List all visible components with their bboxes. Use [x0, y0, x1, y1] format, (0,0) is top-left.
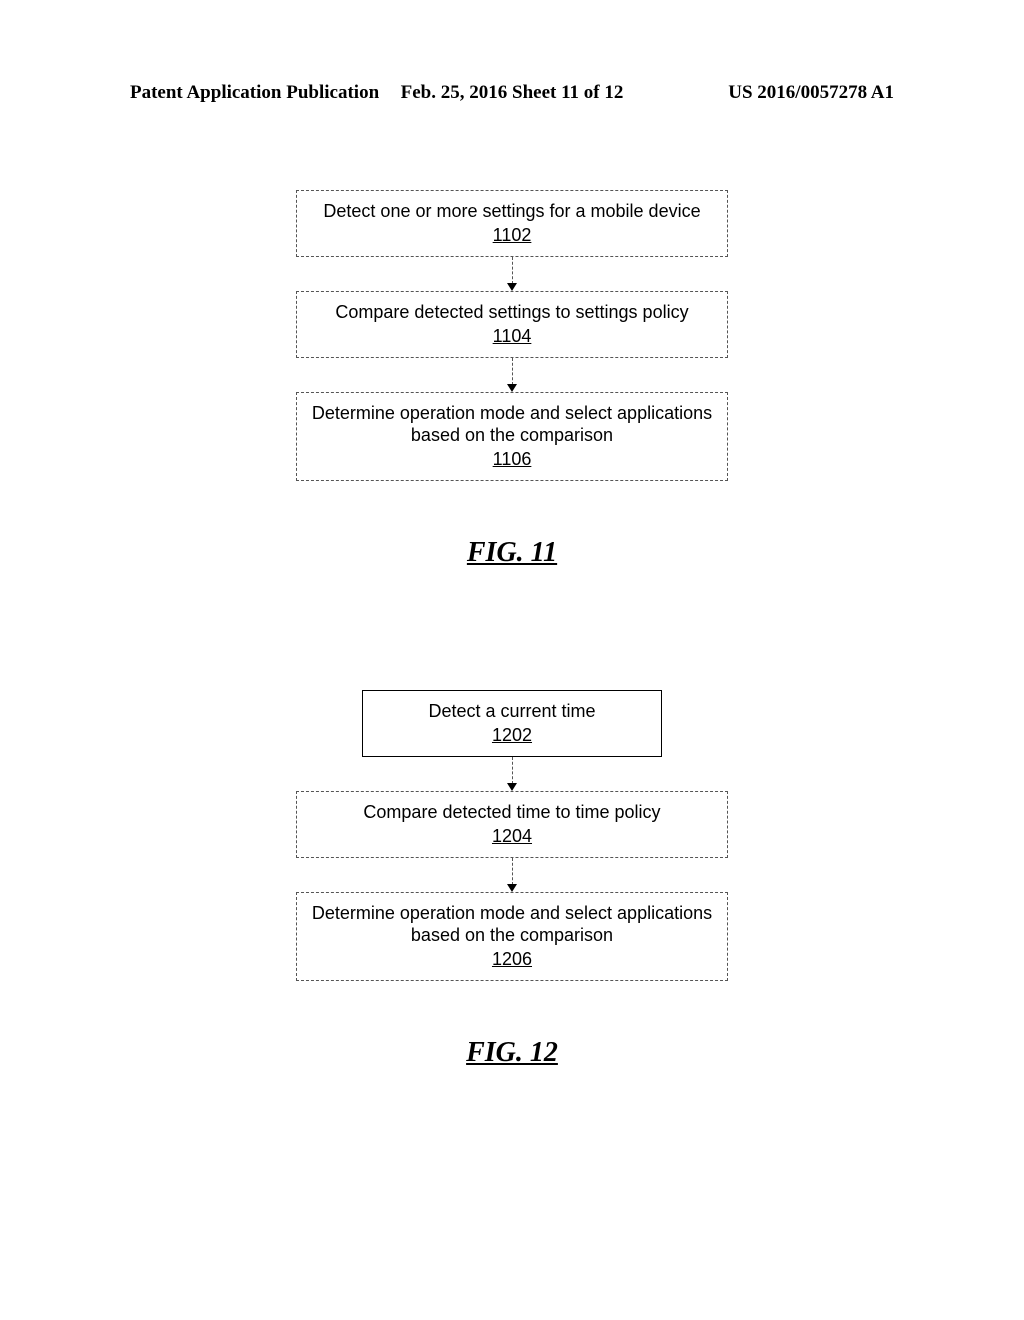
figure-12-label: FIG. 12	[466, 1037, 558, 1069]
step-text: Compare detected time to time policy	[363, 802, 660, 824]
fig12-step-1206: Determine operation mode and select appl…	[296, 892, 728, 981]
header-publication: Patent Application Publication	[130, 82, 379, 104]
arrow-down-icon	[507, 257, 517, 291]
arrow-down-icon	[507, 757, 517, 791]
page-header: Patent Application Publication Feb. 25, …	[0, 82, 1024, 104]
figure-11: Detect one or more settings for a mobile…	[296, 190, 728, 569]
figure-11-label: FIG. 11	[467, 537, 557, 569]
header-sheet-info: Feb. 25, 2016 Sheet 11 of 12	[401, 82, 624, 104]
arrow-down-icon	[507, 858, 517, 892]
step-text: Determine operation mode and select appl…	[309, 903, 715, 946]
page: Patent Application Publication Feb. 25, …	[0, 0, 1024, 1320]
fig11-step-1106: Determine operation mode and select appl…	[296, 392, 728, 481]
step-number: 1102	[493, 225, 532, 247]
step-number: 1204	[492, 826, 532, 848]
step-text: Determine operation mode and select appl…	[309, 403, 715, 446]
step-text: Detect a current time	[428, 701, 595, 723]
fig11-step-1104: Compare detected settings to settings po…	[296, 291, 728, 358]
step-number: 1104	[493, 326, 532, 348]
figure-12: Detect a current time 1202 Compare detec…	[296, 690, 728, 1069]
step-text: Detect one or more settings for a mobile…	[323, 201, 700, 223]
fig11-step-1102: Detect one or more settings for a mobile…	[296, 190, 728, 257]
step-text: Compare detected settings to settings po…	[335, 302, 688, 324]
fig12-step-1204: Compare detected time to time policy 120…	[296, 791, 728, 858]
step-number: 1202	[492, 725, 532, 747]
fig12-step-1202: Detect a current time 1202	[362, 690, 662, 757]
arrow-down-icon	[507, 358, 517, 392]
step-number: 1106	[493, 449, 532, 471]
header-pub-number: US 2016/0057278 A1	[728, 82, 894, 104]
step-number: 1206	[492, 949, 532, 971]
